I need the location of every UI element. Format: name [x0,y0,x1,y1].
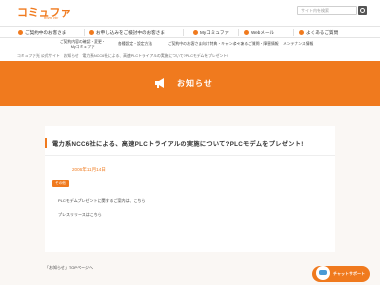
lock-icon [193,30,198,35]
search-input[interactable]: サイト内を検索 [297,6,357,15]
logo-subtitle: from ctc [44,15,59,20]
nav-prospective-customers[interactable]: お申し込みをご検討中のお客さま [89,27,165,38]
page-title: お知らせ [177,79,213,88]
megaphone-icon [155,78,164,88]
nav-divider [293,29,294,36]
chat-support-label: チャットサポート [333,271,365,276]
nav-my-commufa[interactable]: Myコミュファ [193,27,229,38]
mail-icon [244,30,249,35]
subnav-contract-details[interactable]: ご契約内容の確認・変更・ Myコミュファ [60,40,106,49]
title-accent-bar [45,138,47,148]
subnav-faq-outages[interactable]: よくあるご質問・障害情報 [233,42,279,47]
subnav-maintenance[interactable]: メンテナンス情報 [283,42,313,47]
subnav-settings[interactable]: 各種設定・設定方法 [118,42,152,47]
search-icon[interactable] [358,6,367,15]
nav-webmail[interactable]: Webメール [244,27,274,38]
category-badge: その他 [52,180,69,187]
person-icon [18,30,23,35]
article-date: 2006年11月14日 [72,167,106,172]
nav-divider [183,29,184,36]
back-to-news-link[interactable]: 「お知らせ」TOPページへ [45,265,93,271]
article-title: 電力系NCC6社による、高速PLCトライアルの実施について?PLCモデムをプレゼ… [52,141,304,148]
nav-divider [238,29,239,36]
article-link-press-release[interactable]: プレスリリースはこちら [58,212,102,218]
breadcrumb[interactable]: コミュファ光 公式サイト お知らせ 電力系NCC6社による、高速PLCトライアル… [17,54,228,59]
nav-divider [84,29,85,36]
nav-contracted-customers[interactable]: ご契約中のお客さま [18,27,66,38]
sub-nav: ご契約内容の確認・変更・ Myコミュファ 各種設定・設定方法 ご契約中のお客さま… [0,38,380,51]
main-nav: ご契約中のお客さま お申し込みをご検討中のお客さま Myコミュファ Webメール… [0,26,380,38]
question-icon [299,30,304,35]
site-header: コミュファ from ctc サイト内を検索 [0,0,380,26]
document-icon [89,30,94,35]
article-link-present[interactable]: PLCモデムプレゼントに関するご案内は、こちら [58,198,145,204]
robot-icon [316,266,330,280]
nav-faq[interactable]: よくあるご質問 [299,27,338,38]
divider [45,155,335,156]
